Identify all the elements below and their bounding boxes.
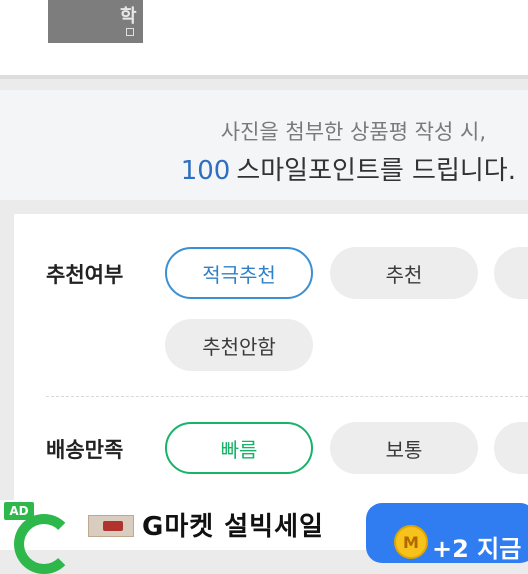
product-thumbnail[interactable]: 학 — [48, 0, 143, 43]
delivery-option-normal[interactable]: 보통 — [330, 422, 478, 474]
thumbnail-glyph: 학 — [120, 6, 137, 27]
recommend-option-strong[interactable]: 적극추천 — [165, 247, 313, 299]
notice-line1: 사진을 첨부한 상품평 작성 시, — [220, 120, 486, 144]
ad-cta-button[interactable]: M +2 지금 — [366, 503, 528, 563]
ad-cta-label: +2 지금 — [432, 535, 522, 563]
section-divider — [0, 75, 528, 79]
recommend-label: 추천여부 — [46, 263, 124, 287]
notice-line2: 100 스마일포인트를 드립니다. — [181, 150, 516, 187]
gmarket-g-icon — [14, 514, 74, 574]
recommend-option-normal[interactable]: 추천 — [330, 247, 478, 299]
ad-thumbnail-image — [88, 515, 134, 537]
notice-points: 100 — [180, 156, 231, 186]
recommend-option-not[interactable]: 추천안함 — [165, 319, 313, 371]
thumbnail-mark — [126, 28, 134, 36]
coin-icon: M — [394, 525, 428, 559]
row-divider — [46, 396, 528, 397]
ad-title[interactable]: G마켓 설빅세일 — [142, 506, 324, 543]
delivery-label: 배송만족 — [46, 438, 124, 462]
notice-line2-text: 스마일포인트를 드립니다. — [236, 156, 516, 186]
product-card: 학 — [0, 0, 528, 75]
delivery-option-fast[interactable]: 빠름 — [165, 422, 313, 474]
photo-review-notice: 사진을 첨부한 상품평 작성 시, 100 스마일포인트를 드립니다. — [0, 90, 528, 200]
